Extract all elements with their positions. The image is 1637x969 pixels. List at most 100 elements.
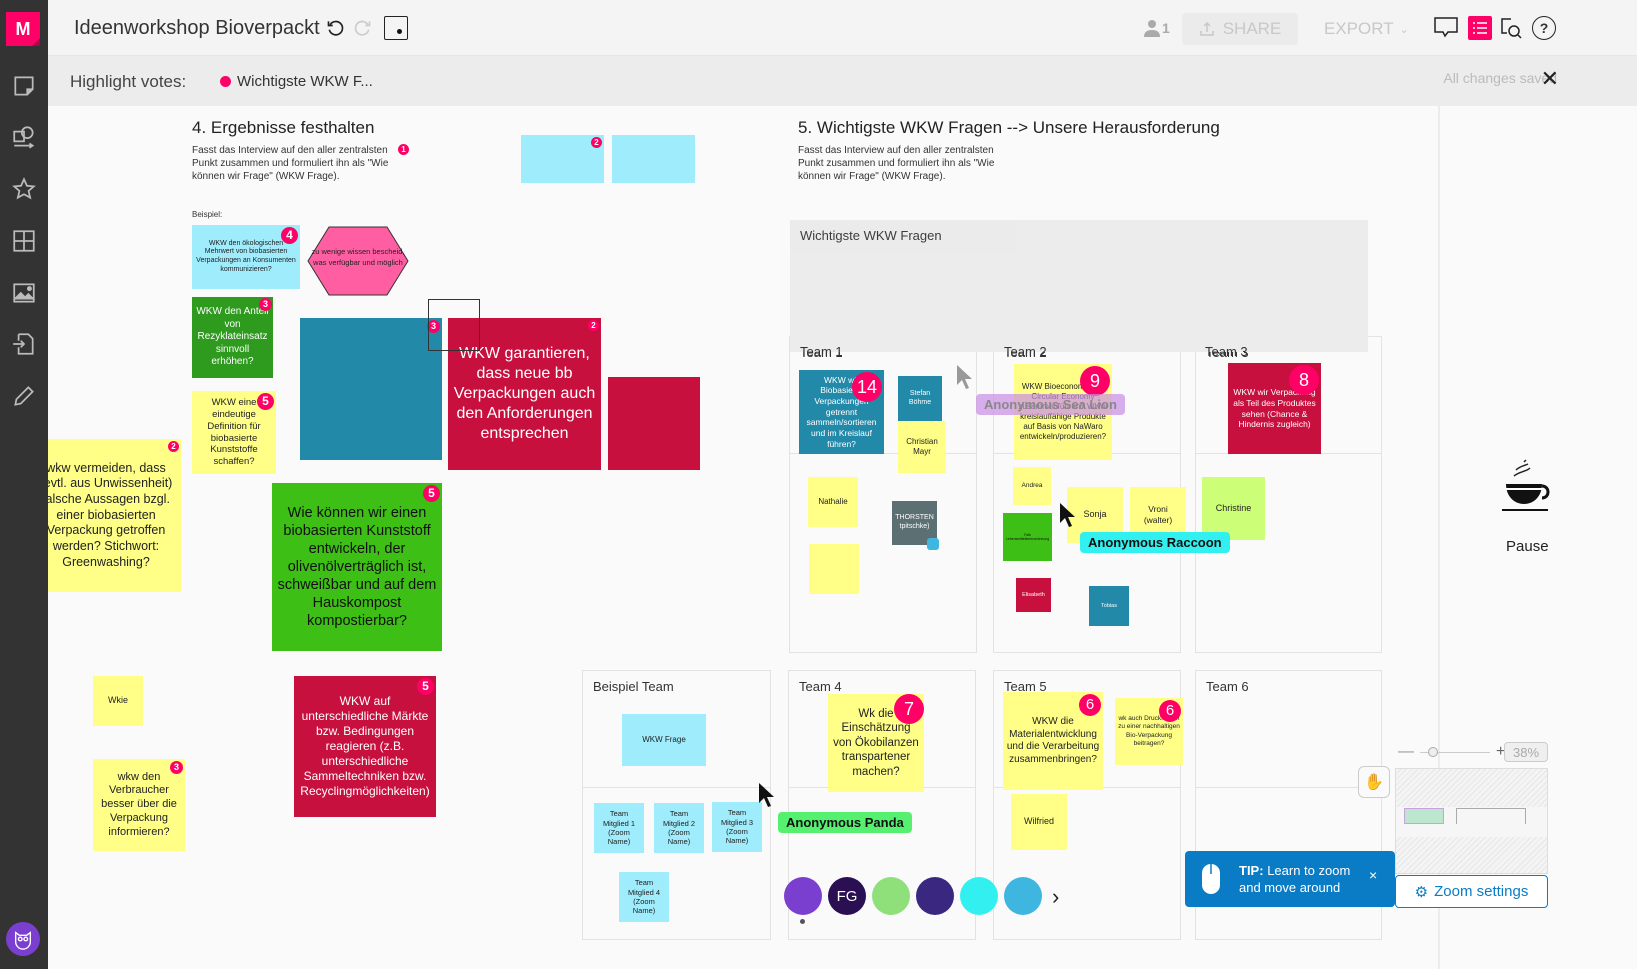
member-note[interactable]: Christine bbox=[1202, 477, 1265, 540]
highlight-votes-bar: Highlight votes: Wichtigste WKW F... All… bbox=[48, 56, 1637, 106]
current-user-avatar[interactable] bbox=[6, 922, 40, 956]
participant-avatar-koala[interactable] bbox=[872, 877, 910, 915]
mouse-icon bbox=[1202, 864, 1220, 894]
team-question-note[interactable]: wk auch Druckfarben zu einer nachhaltige… bbox=[1115, 698, 1183, 765]
sticky-note[interactable]: 2 bbox=[521, 135, 604, 183]
note-text: Team Mitglied 3 (Zoom Name) bbox=[720, 808, 754, 846]
export-label: EXPORT bbox=[1324, 19, 1394, 38]
vote-badge: 6 bbox=[1079, 694, 1101, 716]
note-text: wkw den Verbraucher besser über die Verp… bbox=[101, 770, 177, 838]
frame-divider bbox=[583, 787, 770, 788]
zoom-slider-handle[interactable] bbox=[1428, 746, 1438, 757]
tip-close-icon[interactable]: × bbox=[1369, 867, 1377, 883]
member-note[interactable]: Andrea bbox=[1013, 467, 1051, 505]
sticky-note[interactable]: WKW den ökologischen Mehrwert von biobas… bbox=[192, 225, 300, 289]
section5-description: Fasst das Interview auf den aller zentra… bbox=[798, 145, 995, 182]
member-note[interactable]: Team Mitglied 3 (Zoom Name) bbox=[712, 802, 762, 852]
sticky-note[interactable]: WKW den Anteil von Rezyklateinsatz sinnv… bbox=[192, 297, 273, 378]
member-note[interactable]: Falk Lebensmittelkennzeichnung bbox=[1003, 513, 1052, 561]
redo-icon[interactable] bbox=[350, 14, 374, 42]
vote-badge: 1 bbox=[398, 144, 409, 155]
frame-grid-icon[interactable] bbox=[8, 225, 40, 257]
team-question-note[interactable]: WKW Frage bbox=[622, 714, 706, 766]
sticky-note[interactable]: Wkie bbox=[93, 676, 143, 726]
note-text: WKW den ökologischen Mehrwert von biobas… bbox=[196, 239, 296, 273]
note-text: WKW den Anteil von Rezyklateinsatz sinnv… bbox=[196, 306, 269, 368]
export-button[interactable]: EXPORT ⌄ bbox=[1324, 13, 1409, 45]
member-note[interactable]: Team Mitglied 2 (Zoom Name) bbox=[654, 803, 704, 853]
team-question-note[interactable]: WKW wir Verpackung als Teil des Produkte… bbox=[1228, 363, 1321, 454]
board-canvas[interactable]: 4. Ergebnisse festhalten Fasst das Inter… bbox=[48, 106, 1637, 969]
coffee-cup-icon[interactable] bbox=[1502, 458, 1558, 516]
sticky-note[interactable]: Wie können wir einen biobasierten Kunsts… bbox=[272, 483, 442, 651]
sticky-note[interactable]: wkw vermeiden, dass (evtl. aus Unwissenh… bbox=[48, 439, 181, 592]
wichtigste-wkw-fragen-area[interactable]: Wichtigste WKW Fragen bbox=[790, 220, 1368, 352]
board-settings-icon[interactable] bbox=[384, 16, 408, 40]
undo-icon[interactable] bbox=[324, 14, 348, 42]
sticky-note[interactable]: wkw den Verbraucher besser über die Verp… bbox=[93, 759, 185, 851]
vote-badge: 8 bbox=[1289, 365, 1319, 395]
team-question-note[interactable]: WKW die Materialentwicklung und die Vera… bbox=[1003, 692, 1103, 790]
beispiel-label: Beispiel: bbox=[192, 210, 223, 219]
vote-badge: 4 bbox=[281, 227, 298, 244]
sticky-note[interactable]: WKW eine eindeutige Definition für bioba… bbox=[192, 391, 276, 474]
vote-session-chip[interactable]: Wichtigste WKW F... bbox=[220, 73, 373, 90]
member-note[interactable]: Christian Mayr bbox=[898, 421, 946, 473]
member-note[interactable] bbox=[809, 544, 859, 594]
member-note[interactable]: Team Mitglied 1 (Zoom Name) bbox=[594, 803, 644, 853]
sticky-note[interactable]: 3 bbox=[300, 318, 442, 460]
online-users[interactable]: 1 bbox=[1144, 19, 1170, 37]
vote-badge: 6 bbox=[1159, 700, 1181, 722]
pencil-icon[interactable] bbox=[8, 380, 40, 412]
zoom-percent[interactable]: 38% bbox=[1504, 742, 1548, 762]
member-note[interactable]: Elisabeth bbox=[1016, 578, 1051, 612]
tip-bold: TIP: bbox=[1239, 863, 1264, 878]
chevron-right-icon[interactable]: › bbox=[1052, 884, 1059, 910]
minimap[interactable] bbox=[1395, 768, 1548, 874]
outline-list-icon[interactable] bbox=[1468, 16, 1492, 40]
close-icon[interactable]: ✕ bbox=[1541, 68, 1559, 90]
zoom-out-icon[interactable]: — bbox=[1398, 743, 1414, 761]
sticky-note[interactable] bbox=[608, 377, 700, 470]
team-question-note[interactable]: WKW wir Biobasierte Verpackungen getrenn… bbox=[799, 370, 884, 454]
member-note[interactable]: Nathalie bbox=[808, 477, 858, 527]
team-question-note[interactable]: Wk die Einschätzung von Ökobilanzen tran… bbox=[828, 694, 924, 792]
note-text: WKW Frage bbox=[642, 735, 686, 744]
team-2-title: Team 2 bbox=[1004, 344, 1047, 359]
participant-avatar-owl[interactable] bbox=[784, 877, 822, 915]
vote-badge: 3 bbox=[259, 298, 272, 311]
team-title: Team 6 bbox=[1206, 679, 1249, 694]
section4-title: 4. Ergebnisse festhalten bbox=[192, 118, 375, 137]
hand-tool-icon[interactable]: ✋ bbox=[1358, 766, 1390, 798]
sticky-note-icon[interactable] bbox=[8, 70, 40, 102]
board-title[interactable]: Ideenworkshop Bioverpackt bbox=[74, 17, 320, 40]
participant-avatar-lion[interactable] bbox=[1004, 877, 1042, 915]
star-icon[interactable] bbox=[8, 173, 40, 205]
zoom-settings-label: Zoom settings bbox=[1434, 883, 1529, 900]
member-note[interactable]: Wilfried bbox=[1011, 794, 1067, 850]
sticky-note[interactable] bbox=[612, 135, 695, 183]
participant-avatar-spider[interactable] bbox=[916, 877, 954, 915]
app-logo[interactable]: M bbox=[6, 12, 40, 46]
note-text: Wilfried bbox=[1023, 816, 1054, 827]
member-note[interactable]: Team Mitglied 4 (Zoom Name) bbox=[619, 872, 669, 922]
member-note[interactable]: Tobias bbox=[1089, 586, 1129, 626]
cursor-label-panda: Anonymous Panda bbox=[778, 812, 912, 833]
team-title: Team 4 bbox=[799, 679, 842, 694]
participant-avatar-fg[interactable]: FG bbox=[828, 877, 866, 915]
member-note[interactable]: Stefan Böhme bbox=[898, 376, 942, 422]
search-board-icon[interactable] bbox=[1498, 14, 1524, 42]
import-icon[interactable] bbox=[8, 328, 40, 360]
cursor-label-sea-lion: Anonymous Sea Lion bbox=[976, 394, 1125, 415]
shapes-icon[interactable] bbox=[8, 121, 40, 153]
image-icon[interactable] bbox=[8, 277, 40, 309]
comment-icon[interactable] bbox=[1433, 14, 1459, 42]
vote-session-label: Wichtigste WKW F... bbox=[237, 73, 373, 90]
help-icon[interactable]: ? bbox=[1532, 16, 1556, 40]
note-text: Elisabeth bbox=[1022, 591, 1045, 598]
participant-avatar-raccoon[interactable] bbox=[960, 877, 998, 915]
sticky-note[interactable]: WKW auf unterschiedliche Märkte bzw. Bed… bbox=[294, 676, 436, 817]
share-button[interactable]: SHARE bbox=[1182, 13, 1298, 45]
note-text: wkw vermeiden, dass (evtl. aus Unwissenh… bbox=[48, 460, 173, 569]
zoom-settings-button[interactable]: ⚙ Zoom settings bbox=[1395, 875, 1548, 908]
